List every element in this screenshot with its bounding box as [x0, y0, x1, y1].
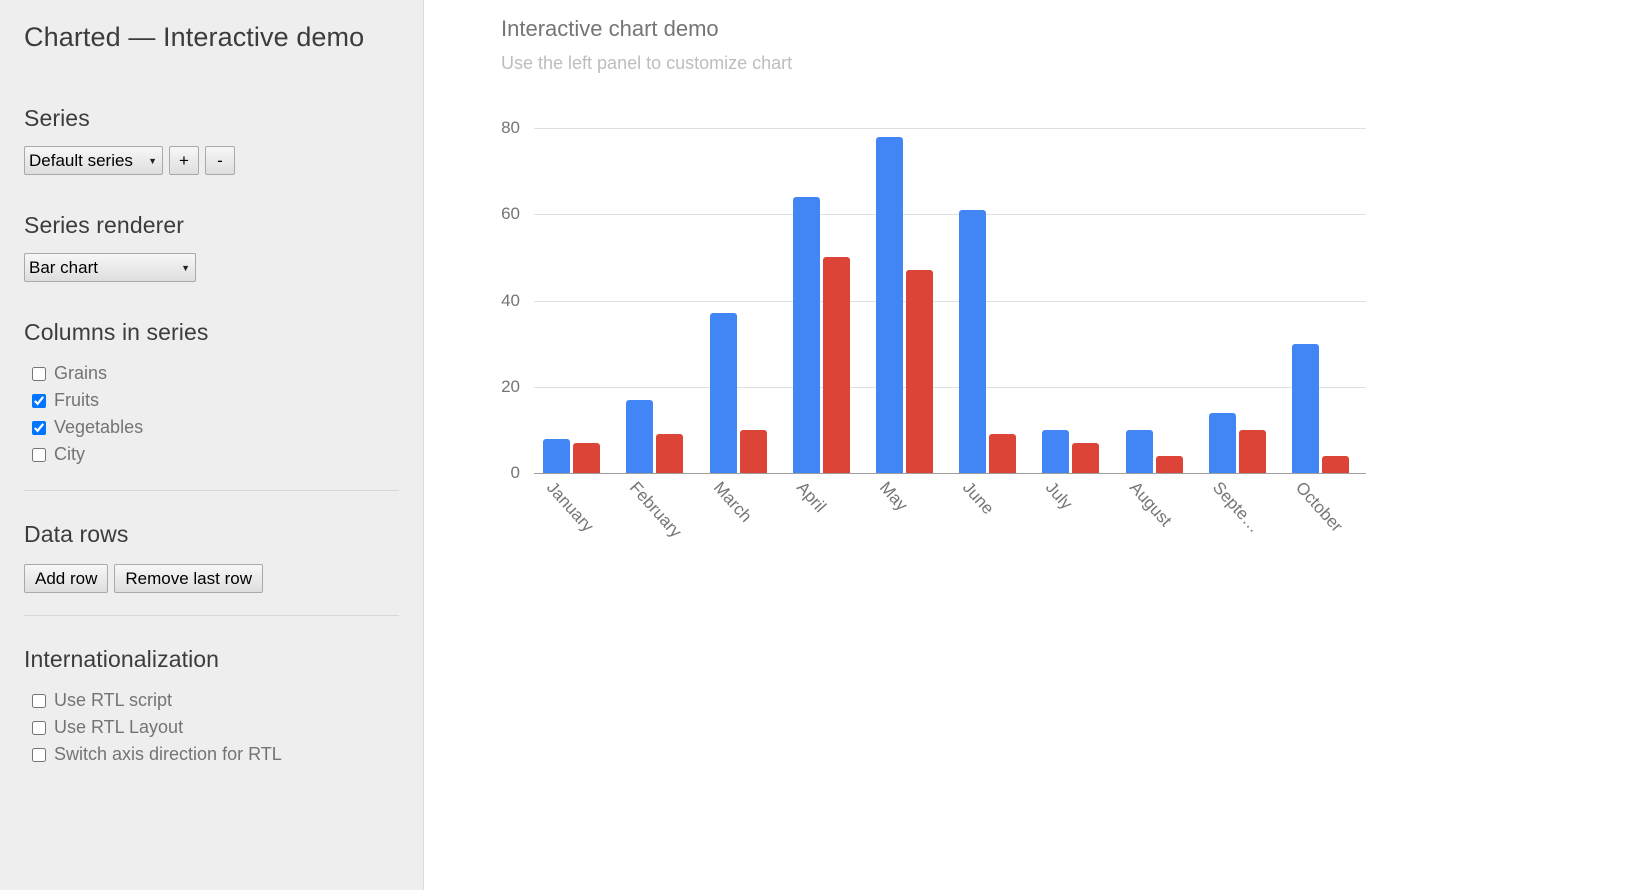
chart-gridline	[534, 128, 1366, 129]
i18n-label[interactable]: Use RTL script	[54, 690, 172, 711]
series-controls: Default series ▼ + -	[24, 146, 399, 175]
chart-bar[interactable]	[822, 257, 850, 473]
chart-bar[interactable]	[875, 136, 903, 473]
divider	[24, 615, 399, 616]
chart-bar[interactable]	[573, 442, 601, 473]
chart-title: Interactive chart demo	[501, 16, 719, 41]
chart-x-tick-label: July	[1042, 478, 1077, 514]
chart-bar[interactable]	[1291, 343, 1319, 473]
i18n-checkbox-use-rtl-script[interactable]	[32, 693, 46, 708]
chart-x-tick-label: March	[709, 478, 756, 526]
chart-bar[interactable]	[959, 209, 987, 473]
i18n-label[interactable]: Use RTL Layout	[54, 717, 183, 738]
chart-y-tick-label: 80	[501, 118, 520, 137]
columns-section-heading: Columns in series	[24, 319, 209, 345]
column-row-city[interactable]: City	[24, 441, 399, 468]
i18n-row-use-rtl-layout[interactable]: Use RTL Layout	[24, 714, 399, 741]
i18n-checkbox-switch-axis-direction-for-rtl[interactable]	[32, 747, 46, 762]
column-label[interactable]: Grains	[54, 363, 107, 384]
i18n-section-heading: Internationalization	[24, 646, 220, 672]
column-checkbox-fruits[interactable]	[32, 393, 46, 408]
chart-bar[interactable]	[739, 429, 767, 473]
renderer-select-wrap: Bar chart ▼	[24, 253, 196, 282]
column-checkbox-grains[interactable]	[32, 366, 46, 381]
chart-bar[interactable]	[989, 434, 1017, 473]
remove-series-button[interactable]: -	[205, 146, 235, 175]
chart-bar[interactable]	[1321, 455, 1349, 473]
data-rows-section-heading: Data rows	[24, 521, 129, 547]
chart-bar[interactable]	[543, 438, 571, 473]
series-select-wrap: Default series ▼	[24, 146, 163, 175]
renderer-section-heading: Series renderer	[24, 212, 185, 238]
column-row-vegetables[interactable]: Vegetables	[24, 414, 399, 441]
chart-y-tick-label: 40	[501, 290, 520, 310]
chart-x-tick-label: August	[1125, 478, 1175, 531]
chart-bar[interactable]	[1155, 455, 1183, 473]
settings-sidebar: Charted — Interactive demo Series Defaul…	[0, 0, 424, 890]
renderer-controls: Bar chart ▼	[24, 253, 399, 282]
chart-bar[interactable]	[905, 270, 933, 473]
series-renderer-select[interactable]: Bar chart	[24, 253, 196, 282]
column-label[interactable]: City	[54, 444, 85, 465]
chart-x-tick-label: January	[542, 478, 598, 536]
chart-x-tick-label: April	[792, 478, 830, 516]
chart-y-tick-label: 20	[501, 376, 520, 396]
chart-gridline	[534, 214, 1366, 216]
series-select[interactable]: Default series	[24, 146, 163, 175]
i18n-row-switch-axis-direction-for-rtl[interactable]: Switch axis direction for RTL	[24, 741, 399, 768]
chart-x-tick-label: Septe…	[1208, 478, 1264, 537]
page-title: Charted — Interactive demo	[24, 22, 365, 52]
app-root: Charted — Interactive demo Series Defaul…	[0, 0, 1644, 890]
column-label[interactable]: Fruits	[54, 390, 99, 411]
add-series-button[interactable]: +	[169, 146, 199, 175]
add-row-button[interactable]: Add row	[24, 564, 109, 593]
column-checkbox-city[interactable]	[32, 447, 46, 462]
i18n-label[interactable]: Switch axis direction for RTL	[54, 744, 282, 765]
i18n-checkbox-use-rtl-layout[interactable]	[32, 720, 46, 735]
chart-bar[interactable]	[1208, 412, 1236, 473]
chart-bar[interactable]	[1125, 429, 1153, 473]
i18n-checkbox-list: Use RTL script Use RTL Layout Switch axis …	[24, 687, 399, 768]
column-row-fruits[interactable]: Fruits	[24, 387, 399, 414]
columns-checkbox-list: Grains Fruits Vegetables City	[24, 360, 399, 468]
chart-x-tick-label: June	[958, 478, 998, 519]
chart-x-axis-labels: January February March April May June July Augu…	[534, 474, 1366, 564]
chart-plot-area: 0 20 40 60 80	[501, 118, 1366, 482]
divider	[24, 490, 399, 491]
chart-bar[interactable]	[1072, 442, 1100, 473]
chart-subtitle: Use the left panel to customize chart	[501, 53, 793, 73]
chart-bar[interactable]	[1042, 429, 1070, 473]
chart-gridline	[534, 386, 1366, 388]
chart-pane: Interactive chart demo Use the left pane…	[424, 0, 1644, 890]
chart-x-tick-label: May	[875, 478, 912, 515]
column-checkbox-vegetables[interactable]	[32, 420, 46, 435]
data-rows-controls: Add row Remove last row	[24, 564, 399, 593]
chart-bar[interactable]	[656, 434, 684, 473]
i18n-row-use-rtl-script[interactable]: Use RTL script	[24, 687, 399, 714]
chart-y-tick-label: 0	[510, 463, 520, 482]
chart-bar[interactable]	[709, 313, 737, 473]
chart-bar[interactable]	[1238, 429, 1266, 473]
chart-bar[interactable]	[626, 399, 654, 473]
chart-bar[interactable]	[792, 197, 820, 473]
chart-gridline	[534, 300, 1366, 302]
remove-last-row-button[interactable]: Remove last row	[114, 564, 263, 593]
chart-x-tick-label: October	[1291, 478, 1347, 536]
chart-x-tick-label: February	[626, 478, 686, 542]
chart-y-tick-label: 60	[501, 204, 520, 224]
column-row-grains[interactable]: Grains	[24, 360, 399, 387]
series-section-heading: Series	[24, 105, 90, 131]
column-label[interactable]: Vegetables	[54, 417, 143, 438]
